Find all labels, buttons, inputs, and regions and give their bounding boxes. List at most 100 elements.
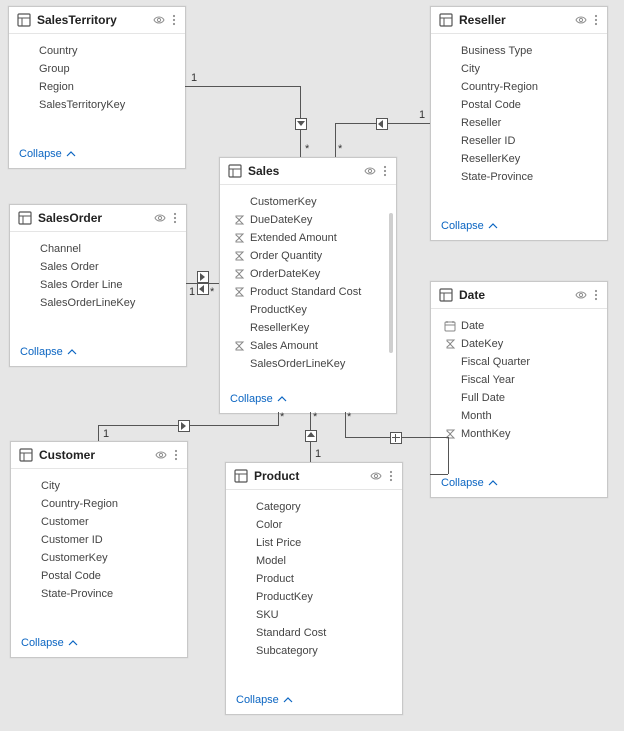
field-label: Order Quantity	[250, 250, 322, 262]
field-row[interactable]: Sales Order Line	[24, 276, 176, 294]
table-card-reseller[interactable]: Reseller Business TypeCityCountry-Region…	[430, 6, 608, 241]
field-row[interactable]: Customer ID	[25, 531, 177, 549]
field-row[interactable]: Sales Order	[24, 258, 176, 276]
field-row[interactable]: ProductKey	[234, 301, 386, 319]
field-row[interactable]: Date	[445, 317, 597, 335]
field-row[interactable]: List Price	[240, 534, 392, 552]
field-row[interactable]: Product	[240, 570, 392, 588]
field-row[interactable]: ResellerKey	[445, 150, 597, 168]
collapse-link[interactable]: Collapse	[9, 142, 185, 168]
collapse-link[interactable]: Collapse	[220, 387, 396, 413]
collapse-link[interactable]: Collapse	[431, 214, 607, 240]
more-options-icon[interactable]	[593, 289, 599, 301]
field-row[interactable]: Country-Region	[445, 78, 597, 96]
model-canvas[interactable]: SalesTerritory CountryGroupRegionSalesTe…	[0, 0, 624, 731]
field-row[interactable]: State-Province	[445, 168, 597, 186]
field-row[interactable]: Reseller	[445, 114, 597, 132]
field-row[interactable]: Region	[23, 78, 175, 96]
relationship-line[interactable]	[98, 425, 99, 441]
field-row[interactable]: DateKey	[445, 335, 597, 353]
field-row[interactable]: Postal Code	[25, 567, 177, 585]
field-label: Fiscal Year	[461, 374, 515, 386]
field-row[interactable]: Full Date	[445, 389, 597, 407]
scrollbar[interactable]	[389, 213, 393, 353]
table-card-salesterritory[interactable]: SalesTerritory CountryGroupRegionSalesTe…	[8, 6, 186, 169]
relationship-line[interactable]	[448, 437, 449, 474]
table-header[interactable]: Customer	[11, 442, 187, 469]
field-row[interactable]: Country-Region	[25, 495, 177, 513]
more-options-icon[interactable]	[171, 14, 177, 26]
table-card-date[interactable]: Date DateDateKeyFiscal QuarterFiscal Yea…	[430, 281, 608, 498]
field-row[interactable]: Postal Code	[445, 96, 597, 114]
relationship-line[interactable]	[278, 412, 279, 426]
table-card-customer[interactable]: Customer CityCountry-RegionCustomerCusto…	[10, 441, 188, 658]
relationship-line[interactable]	[185, 86, 300, 87]
collapse-link[interactable]: Collapse	[11, 631, 187, 657]
table-header[interactable]: SalesOrder	[10, 205, 186, 232]
table-card-product[interactable]: Product CategoryColorList PriceModelProd…	[225, 462, 403, 715]
table-header[interactable]: SalesTerritory	[9, 7, 185, 34]
table-header[interactable]: Date	[431, 282, 607, 309]
table-card-sales[interactable]: Sales CustomerKeyDueDateKeyExtended Amou…	[219, 157, 397, 414]
field-row[interactable]: CustomerKey	[25, 549, 177, 567]
visibility-icon[interactable]	[154, 212, 166, 224]
relationship-line[interactable]	[430, 474, 448, 475]
field-row[interactable]: Product Standard Cost	[234, 283, 386, 301]
table-card-salesorder[interactable]: SalesOrder ChannelSales Order Sales Order…	[9, 204, 187, 367]
field-row[interactable]: Color	[240, 516, 392, 534]
field-row[interactable]: SKU	[240, 606, 392, 624]
field-row[interactable]: Country	[23, 42, 175, 60]
table-icon	[18, 211, 32, 225]
visibility-icon[interactable]	[364, 165, 376, 177]
field-row[interactable]: DueDateKey	[234, 211, 386, 229]
collapse-link[interactable]: Collapse	[226, 688, 402, 714]
more-options-icon[interactable]	[388, 470, 394, 482]
visibility-icon[interactable]	[575, 14, 587, 26]
field-row[interactable]: Month	[445, 407, 597, 425]
field-row[interactable]: Fiscal Year	[445, 371, 597, 389]
field-row[interactable]: SalesTerritoryKey	[23, 96, 175, 114]
field-row[interactable]: City	[445, 60, 597, 78]
relationship-line[interactable]	[335, 123, 336, 157]
field-row[interactable]: Fiscal Quarter	[445, 353, 597, 371]
visibility-icon[interactable]	[155, 449, 167, 461]
field-row[interactable]: CustomerKey	[234, 193, 386, 211]
collapse-link[interactable]: Collapse	[10, 340, 186, 366]
field-row[interactable]: Group	[23, 60, 175, 78]
field-row[interactable]: Extended Amount	[234, 229, 386, 247]
table-header[interactable]: Product	[226, 463, 402, 490]
field-row[interactable]: Customer	[25, 513, 177, 531]
relationship-line[interactable]	[345, 412, 346, 437]
collapse-link[interactable]: Collapse	[431, 471, 607, 497]
field-row[interactable]: State-Province	[25, 585, 177, 603]
field-label: Sales Order Line	[40, 279, 123, 291]
field-row[interactable]: OrderDateKey	[234, 265, 386, 283]
visibility-icon[interactable]	[370, 470, 382, 482]
field-row[interactable]: Subcategory	[240, 642, 392, 660]
field-label: Month	[461, 410, 492, 422]
field-row[interactable]: SalesOrderLineKey	[24, 294, 176, 312]
more-options-icon[interactable]	[172, 212, 178, 224]
visibility-icon[interactable]	[575, 289, 587, 301]
more-options-icon[interactable]	[173, 449, 179, 461]
table-header[interactable]: Sales	[220, 158, 396, 185]
field-row[interactable]: SalesOrderLineKey	[234, 355, 386, 373]
field-label: SKU	[256, 609, 279, 621]
field-row[interactable]: Reseller ID	[445, 132, 597, 150]
table-header[interactable]: Reseller	[431, 7, 607, 34]
field-row[interactable]: ResellerKey	[234, 319, 386, 337]
field-row[interactable]: Channel	[24, 240, 176, 258]
field-row[interactable]: City	[25, 477, 177, 495]
field-row[interactable]: Standard Cost	[240, 624, 392, 642]
visibility-icon[interactable]	[153, 14, 165, 26]
field-row[interactable]: Business Type	[445, 42, 597, 60]
field-row[interactable]: Model	[240, 552, 392, 570]
field-row[interactable]: Category	[240, 498, 392, 516]
calendar-icon	[443, 320, 457, 332]
field-row[interactable]: MonthKey	[445, 425, 597, 443]
field-row[interactable]: ProductKey	[240, 588, 392, 606]
more-options-icon[interactable]	[593, 14, 599, 26]
more-options-icon[interactable]	[382, 165, 388, 177]
field-row[interactable]: Order Quantity	[234, 247, 386, 265]
field-row[interactable]: Sales Amount	[234, 337, 386, 355]
